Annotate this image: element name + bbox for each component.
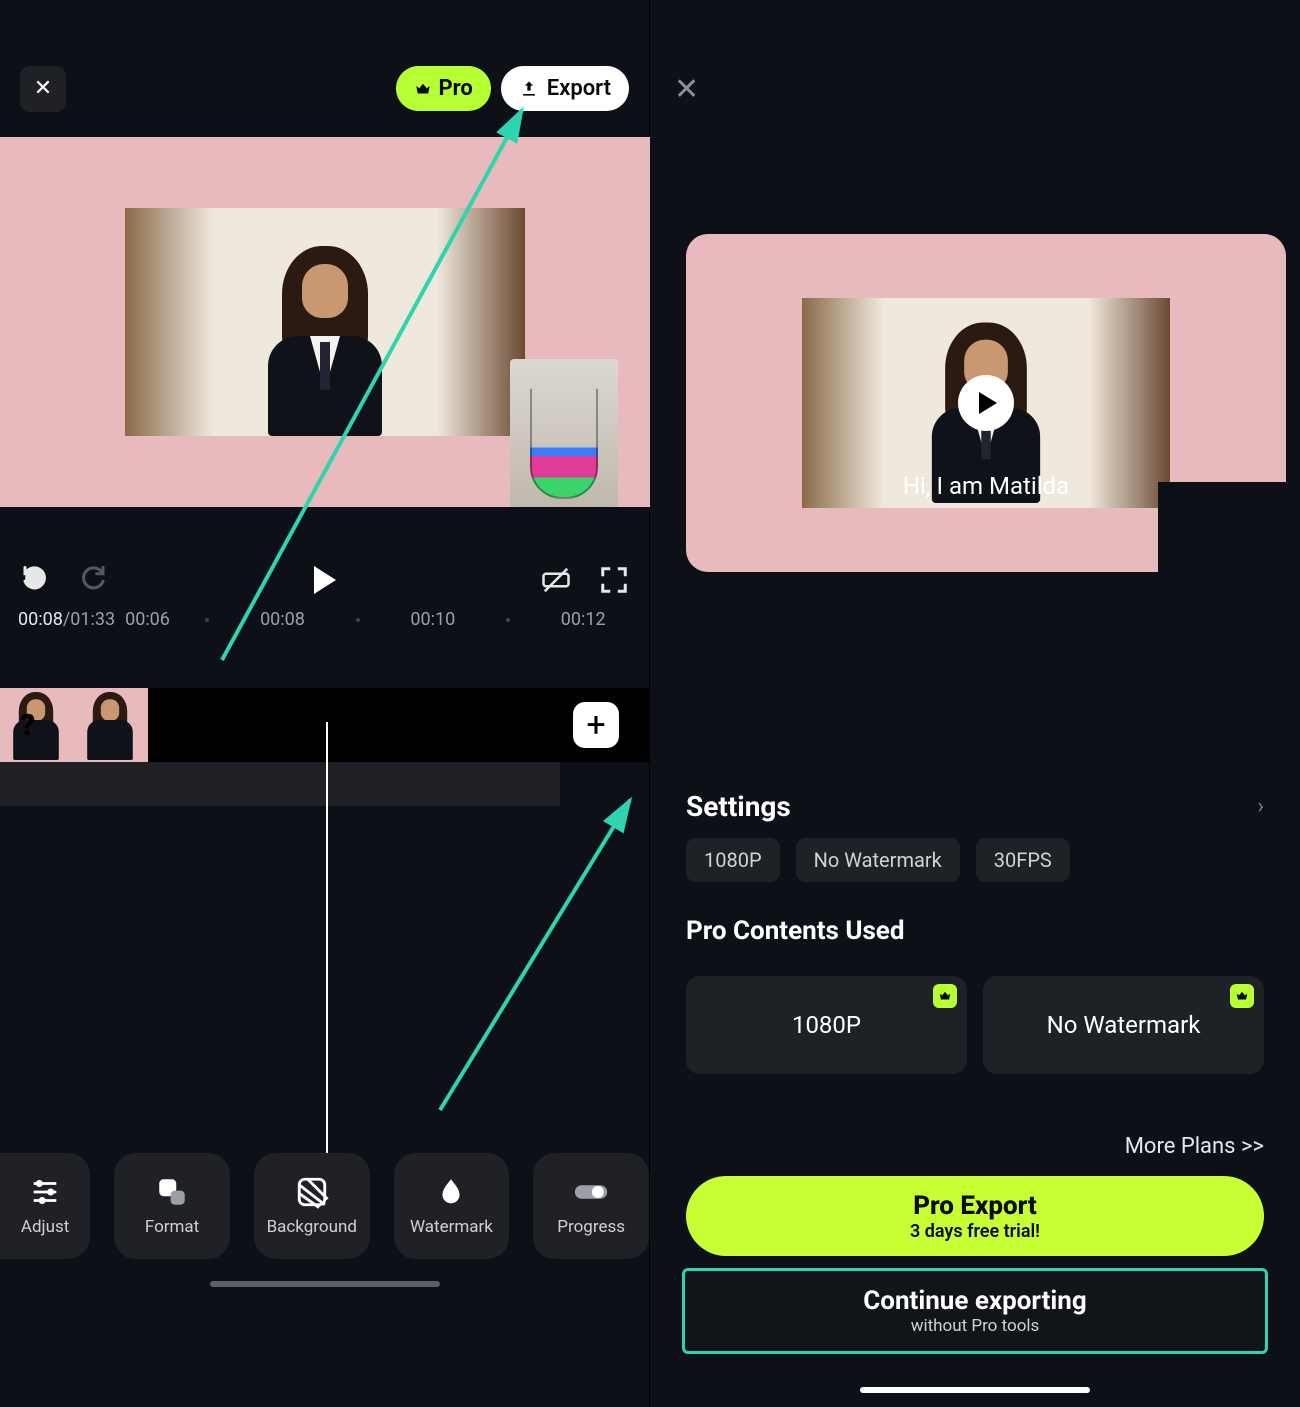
watermark-icon — [434, 1175, 468, 1209]
tool-progress[interactable]: Progress — [533, 1153, 649, 1259]
adjust-icon — [28, 1175, 62, 1209]
editor-pane: ✕ Pro Export 00:08/01:33 00:06 00: — [0, 0, 650, 1407]
upload-icon — [519, 79, 539, 99]
chip-resolution[interactable]: 1080P — [686, 838, 780, 882]
add-clip-button[interactable]: + — [573, 702, 619, 748]
chip-fps[interactable]: 30FPS — [976, 838, 1070, 882]
pro-export-button[interactable]: Pro Export 3 days free trial! — [686, 1176, 1264, 1256]
tool-format[interactable]: Format — [114, 1153, 230, 1259]
chip-watermark[interactable]: No Watermark — [796, 838, 960, 882]
background-icon — [295, 1175, 329, 1209]
continue-title: Continue exporting — [863, 1286, 1086, 1316]
export-label: Export — [547, 76, 611, 101]
pro-cards: 1080P No Watermark — [686, 976, 1264, 1074]
playhead[interactable] — [326, 722, 328, 1212]
redo-icon[interactable] — [78, 565, 108, 595]
preview-cutout — [1158, 482, 1286, 572]
time-total: 01:33 — [70, 609, 115, 630]
play-button[interactable] — [314, 566, 336, 594]
pro-export-title: Pro Export — [913, 1191, 1037, 1221]
tool-label: Background — [267, 1217, 357, 1237]
time-mark: 00:08 — [260, 609, 305, 630]
tool-label: Format — [145, 1217, 199, 1237]
tool-background[interactable]: Background — [254, 1153, 370, 1259]
tool-label: Watermark — [410, 1217, 493, 1237]
settings-title: Settings — [686, 790, 791, 823]
crown-icon — [1235, 989, 1249, 1003]
person-placeholder — [250, 236, 400, 436]
export-button[interactable]: Export — [501, 66, 629, 111]
pro-card-label: 1080P — [792, 1011, 861, 1039]
close-button[interactable]: ✕ — [20, 66, 66, 112]
settings-chips: 1080P No Watermark 30FPS — [686, 838, 1070, 882]
tool-label: Adjust — [21, 1217, 69, 1237]
format-icon — [155, 1175, 189, 1209]
tool-bar: Adjust Format Background Watermark Progr… — [0, 1153, 649, 1259]
hdr-off-icon[interactable] — [541, 565, 571, 595]
main-video-frame — [125, 208, 525, 436]
clip-thumbnail[interactable] — [74, 688, 148, 762]
play-button[interactable] — [958, 375, 1014, 431]
time-mark: 00:10 — [410, 609, 455, 630]
progress-icon — [574, 1175, 608, 1209]
secondary-track[interactable] — [0, 762, 560, 806]
preview-canvas[interactable] — [0, 137, 650, 507]
close-icon: ✕ — [674, 72, 699, 107]
undo-icon[interactable] — [20, 565, 50, 595]
pro-contents-title: Pro Contents Used — [686, 916, 905, 946]
tool-adjust[interactable]: Adjust — [0, 1153, 90, 1259]
clip-thumbnail[interactable]: ? — [0, 688, 74, 762]
pro-label: Pro — [438, 76, 472, 101]
close-button[interactable]: ✕ — [674, 72, 699, 107]
time-current: 00:08 — [18, 609, 63, 630]
timecode-bar: 00:08/01:33 00:06 00:08 00:10 00:12 — [0, 595, 649, 630]
chevron-right-icon: › — [1257, 794, 1264, 819]
home-indicator — [860, 1387, 1090, 1393]
pro-card-resolution[interactable]: 1080P — [686, 976, 967, 1074]
tool-label: Progress — [557, 1217, 625, 1237]
pro-export-subtitle: 3 days free trial! — [910, 1221, 1040, 1242]
player-controls — [0, 507, 649, 595]
subtitle-text: Hi, I am Matilda — [802, 472, 1170, 500]
timeline-track[interactable]: ? + — [0, 688, 649, 762]
pro-button[interactable]: Pro — [396, 66, 490, 111]
plus-icon: + — [586, 705, 605, 745]
top-bar: ✕ Pro Export — [0, 0, 649, 115]
home-indicator — [210, 1281, 440, 1287]
export-pane: ✕ Hi, I am Matilda Settings › 1080P No W… — [650, 0, 1300, 1407]
crown-icon — [414, 80, 432, 98]
time-mark: 00:06 — [125, 609, 170, 630]
export-preview: Hi, I am Matilda — [686, 234, 1286, 572]
close-icon: ✕ — [34, 76, 52, 101]
fullscreen-icon[interactable] — [599, 565, 629, 595]
continue-subtitle: without Pro tools — [911, 1316, 1040, 1336]
more-plans-link[interactable]: More Plans >> — [1125, 1134, 1264, 1159]
overlay-clip[interactable] — [510, 359, 618, 507]
continue-export-button[interactable]: Continue exporting without Pro tools — [682, 1268, 1268, 1354]
settings-row[interactable]: Settings › — [686, 790, 1264, 823]
glass-graphic — [530, 389, 598, 499]
pro-card-label: No Watermark — [1047, 1011, 1201, 1039]
time-mark: 00:12 — [561, 609, 606, 630]
crown-badge — [1230, 984, 1254, 1008]
pro-card-watermark[interactable]: No Watermark — [983, 976, 1264, 1074]
crown-badge — [933, 984, 957, 1008]
tool-watermark[interactable]: Watermark — [394, 1153, 510, 1259]
crown-icon — [938, 989, 952, 1003]
